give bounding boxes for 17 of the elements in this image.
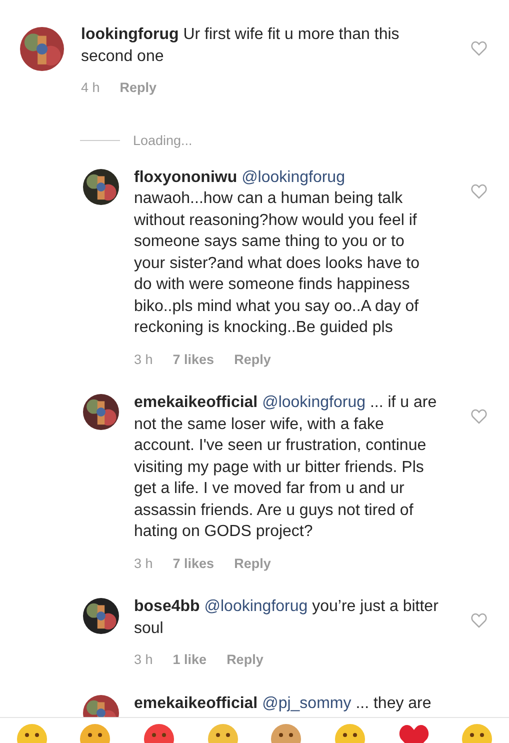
comment-text: emekaikeofficial @lookingforug ... if u are not the same loser wife, with a fake account. I've seen ur frustration, continue visiting my page with ur bitter friends. Pls get a life. I ve moved far from u and ur assassin friends. Are u guys not tired of hating on GODS project? xyxy=(134,393,438,542)
reply-link[interactable]: Reply xyxy=(120,77,157,98)
likes-count[interactable]: 1 like xyxy=(172,649,207,671)
comment-time: 3 h xyxy=(134,350,153,369)
likes-count[interactable]: 7 likes xyxy=(172,552,214,574)
comment-text: floxyononiwu @lookingforug nawaoh...how can a human being talk without reasoning?how would you feel if someone says same thing to you or to your sister?and what does looks have to do with were someone finds happiness biko..pls mind what you say oo..A day of reckoning is knocking..Be guided pls xyxy=(134,168,420,338)
reply-link[interactable]: Reply xyxy=(234,348,271,370)
likes-count[interactable]: 7 likes xyxy=(172,348,214,370)
loading-text: Loading... xyxy=(133,132,192,150)
comment-text: lookingforug Ur first wife fit u more than this second one xyxy=(81,25,400,66)
reply-link[interactable]: Reply xyxy=(234,552,271,574)
comment-text: emekaikeofficial @pj_sommy ... they are xyxy=(134,694,432,714)
comment-time: 3 h xyxy=(134,554,153,573)
reply-link[interactable]: Reply xyxy=(226,649,264,671)
comment-time: 3 h xyxy=(134,651,153,670)
comment-time: 4 h xyxy=(81,79,100,97)
comment-text: bose4bb @lookingforug you’re just a bitter soul xyxy=(134,597,439,639)
